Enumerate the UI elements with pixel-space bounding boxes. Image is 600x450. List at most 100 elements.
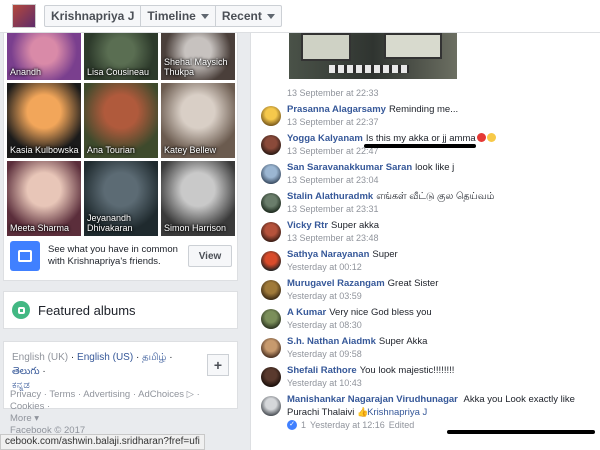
timeline-label: Timeline — [147, 9, 196, 23]
comment: Manishankar Nagarajan Virudhunagar Akka … — [261, 394, 599, 438]
comment-timestamp[interactable]: 13 September at 22:37 — [287, 116, 599, 128]
friends-grid: Anandh Lisa Cousineau Shehal Maysich Thukp… — [7, 33, 235, 236]
profile-name: Krishnapriya J — [51, 9, 135, 23]
language-link[interactable]: தமிழ் — [142, 352, 166, 363]
friend-tile[interactable]: Katey Bellew — [161, 83, 235, 158]
friend-name[interactable]: Katey Bellew — [164, 145, 233, 155]
friend-tile[interactable]: Jeyanandh Dhivakaran — [84, 161, 158, 236]
mention-link[interactable]: Krishnapriya J — [367, 407, 427, 418]
avatar[interactable] — [261, 251, 281, 271]
language-link[interactable]: English (US) — [77, 352, 133, 363]
timeline-header: Krishnapriya J Timeline Recent — [0, 0, 600, 33]
comment-author[interactable]: San Saravanakkumar Saran — [287, 162, 412, 173]
comment: Vicky Rtr Super akka 13 September at 23:48 — [261, 220, 599, 249]
avatar[interactable] — [261, 135, 281, 155]
friend-name[interactable]: Kasia Kulbowska — [10, 145, 79, 155]
avatar[interactable] — [261, 193, 281, 213]
edited-label[interactable]: Edited — [389, 419, 415, 431]
footer-links: Privacy · Terms · Advertising · AdChoice… — [10, 389, 236, 437]
friend-name[interactable]: Ana Tourian — [87, 145, 156, 155]
post-timestamp[interactable]: 13 September at 22:33 — [287, 88, 379, 98]
friends-card: Anandh Lisa Cousineau Shehal Maysich Thukp… — [3, 33, 238, 281]
friend-tile[interactable]: Kasia Kulbowska — [7, 83, 81, 158]
avatar[interactable] — [261, 164, 281, 184]
post-photo[interactable] — [289, 33, 457, 79]
avatar[interactable] — [261, 396, 281, 416]
post-column: 13 September at 22:33 Prasanna Alagarsam… — [250, 33, 600, 450]
comment: Murugavel Razangam Great Sister Yesterday … — [261, 278, 599, 307]
photos-icon — [10, 241, 40, 271]
friend-tile[interactable]: Meeta Sharma — [7, 161, 81, 236]
featured-albums-card[interactable]: Featured albums — [3, 291, 238, 329]
timeline-nav: Krishnapriya J Timeline Recent — [44, 5, 282, 27]
add-language-button[interactable]: + — [207, 354, 229, 376]
comment-timestamp[interactable]: Yesterday at 12:16 — [310, 419, 385, 431]
comment-text: look like j — [415, 162, 455, 173]
comment: Sathya Narayanan Super Yesterday at 00:12 — [261, 249, 599, 278]
common-friends-promo: See what you have in common with Krishna… — [10, 238, 236, 274]
friend-tile[interactable]: Ana Tourian — [84, 83, 158, 158]
comment-author[interactable]: Yogga Kalyanam — [287, 133, 363, 144]
comment: Yogga Kalyanam Is this my akka or jj amma… — [261, 133, 599, 162]
comment-timestamp[interactable]: 13 September at 23:48 — [287, 232, 599, 244]
recent-dropdown[interactable]: Recent — [216, 6, 281, 26]
comment-author[interactable]: Sathya Narayanan — [287, 249, 369, 260]
comment-text: Reminding me... — [388, 104, 459, 115]
chevron-down-icon — [200, 13, 209, 19]
comment-author[interactable]: Shefali Rathore — [287, 365, 357, 376]
friend-tile[interactable]: Shehal Maysich Thukpa — [161, 33, 235, 80]
comment-text: Very nice God bless you — [329, 307, 432, 318]
comment-timestamp[interactable]: 13 September at 23:31 — [287, 203, 599, 215]
comment: A Kumar Very nice God bless you Yesterday … — [261, 307, 599, 336]
avatar[interactable] — [261, 106, 281, 126]
comment: Shefali Rathore You look majestic!!!!!!!!… — [261, 365, 599, 394]
comment-author[interactable]: S.h. Nathan Aiadmk — [287, 336, 376, 347]
heart-eyes-emoji-icon — [476, 133, 486, 142]
recent-label: Recent — [221, 9, 262, 23]
avatar[interactable] — [261, 338, 281, 358]
profile-name-link[interactable]: Krishnapriya J — [45, 6, 142, 26]
comment-timestamp[interactable]: Yesterday at 03:59 — [287, 290, 599, 302]
friend-name[interactable]: Anandh — [10, 67, 79, 77]
comment-author[interactable]: Manishankar Nagarajan Virudhunagar — [287, 394, 458, 405]
featured-albums-title: Featured albums — [38, 302, 136, 318]
friend-name[interactable]: Simon Harrison — [164, 223, 233, 233]
footer-more-link[interactable]: More ▾ — [10, 413, 236, 425]
friend-tile[interactable]: Anandh — [7, 33, 81, 80]
left-column: Anandh Lisa Cousineau Shehal Maysich Thukp… — [0, 33, 242, 450]
comment-author[interactable]: Vicky Rtr — [287, 220, 328, 231]
comment-timestamp[interactable]: Yesterday at 08:30 — [287, 319, 599, 331]
comment-timestamp[interactable]: Yesterday at 09:58 — [287, 348, 599, 360]
like-count[interactable]: 1 — [301, 419, 306, 431]
friend-name[interactable]: Meeta Sharma — [10, 223, 79, 233]
comment-author[interactable]: Stalin Alathuradmk — [287, 191, 373, 202]
friend-tile[interactable]: Simon Harrison — [161, 161, 235, 236]
friend-tile[interactable]: Lisa Cousineau — [84, 33, 158, 80]
comment-author[interactable]: A Kumar — [287, 307, 326, 318]
current-language: English (UK) — [12, 352, 69, 363]
comment-timestamp[interactable]: Yesterday at 10:43 — [287, 377, 599, 389]
friend-name[interactable]: Jeyanandh Dhivakaran — [87, 213, 156, 233]
avatar[interactable] — [261, 367, 281, 387]
avatar[interactable] — [261, 309, 281, 329]
comment-author[interactable]: Murugavel Razangam — [287, 278, 385, 289]
language-link[interactable]: తెలుగు — [12, 366, 40, 377]
comment-timestamp[interactable]: 13 September at 23:04 — [287, 174, 599, 186]
view-button[interactable]: View — [188, 245, 232, 267]
timeline-dropdown[interactable]: Timeline — [141, 6, 216, 26]
comment-text: Super Akka — [378, 336, 428, 347]
friend-name[interactable]: Lisa Cousineau — [87, 67, 156, 77]
avatar[interactable] — [261, 222, 281, 242]
comment: Prasanna Alagarsamy Reminding me... 13 Sep… — [261, 104, 599, 133]
friend-name[interactable]: Shehal Maysich Thukpa — [164, 57, 233, 77]
profile-avatar[interactable] — [12, 4, 36, 28]
comment-timestamp[interactable]: Yesterday at 00:12 — [287, 261, 599, 273]
avatar[interactable] — [261, 280, 281, 300]
comment-author[interactable]: Prasanna Alagarsamy — [287, 104, 386, 115]
comment: Stalin Alathuradmk எங்கள் வீட்டு குல தெய்… — [261, 191, 599, 220]
chevron-down-icon — [266, 13, 275, 19]
footer-links-line[interactable]: Privacy · Terms · Advertising · AdChoice… — [10, 389, 236, 413]
album-icon — [12, 301, 30, 319]
comment: San Saravanakkumar Saran look like j 13 Se… — [261, 162, 599, 191]
like-icon: ✓ — [287, 420, 297, 430]
